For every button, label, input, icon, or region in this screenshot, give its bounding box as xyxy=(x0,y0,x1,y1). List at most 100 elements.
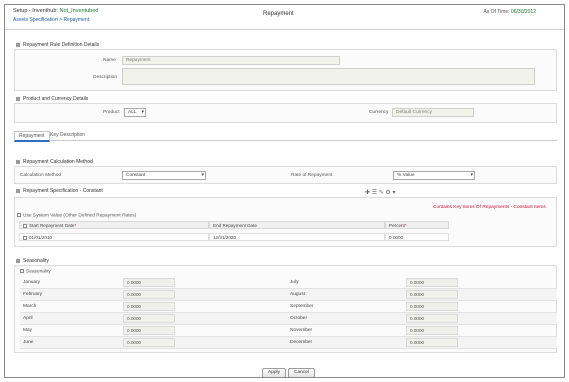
collapse-icon[interactable] xyxy=(16,96,20,101)
collapse-icon[interactable] xyxy=(16,188,20,193)
month-value-field[interactable]: 0.0000 xyxy=(123,326,175,335)
row-checkbox[interactable] xyxy=(23,235,27,240)
repayment-section-label: Repayment Rule Definition Details xyxy=(23,42,100,48)
month-label: February xyxy=(23,292,43,297)
header-divider xyxy=(5,29,564,30)
required-marker: * xyxy=(74,223,77,228)
month-label: May xyxy=(23,328,33,333)
rate-select[interactable]: % Value ▾ xyxy=(393,171,475,180)
tab-bar: Repayment Key Description xyxy=(14,129,557,142)
seasonality-section-label: Seasonality xyxy=(23,258,49,264)
month-label: January xyxy=(23,280,41,285)
currency-field[interactable]: Default Currency xyxy=(392,108,474,117)
seasonality-row: March 0.0000 September 0.0000 xyxy=(20,301,557,313)
month-label: October xyxy=(290,316,308,321)
month-value-field[interactable]: 0.0000 xyxy=(406,326,458,335)
breadcrumb[interactable]: Assets Specification > Repayment xyxy=(13,17,89,23)
tab-repayment[interactable]: Repayment xyxy=(14,131,50,142)
as-of-label: As Of Time: xyxy=(483,9,511,15)
description-field[interactable] xyxy=(122,68,535,85)
calc-method-value: Constant xyxy=(126,173,146,178)
chevron-down-icon: ▾ xyxy=(141,109,144,115)
apply-button[interactable]: Apply xyxy=(262,368,286,377)
chevron-down-icon: ▾ xyxy=(470,172,473,178)
spec-section-label: Repayment Specification - Constant xyxy=(23,188,103,194)
warning-link[interactable]: Contains Key Items Of Repayments - Const… xyxy=(433,205,546,210)
month-value-field[interactable]: 0.0000 xyxy=(123,338,175,347)
month-value-field[interactable]: 0.0000 xyxy=(406,302,458,311)
month-label: July xyxy=(290,280,299,285)
calc-method-label: Calculation Method xyxy=(20,173,62,178)
name-field[interactable]: Repayment xyxy=(122,56,340,65)
cancel-button[interactable]: Cancel xyxy=(288,368,315,377)
use-system-value-label: Use System Value (Other Defined Repaymen… xyxy=(23,213,137,219)
month-label: March xyxy=(23,304,37,309)
column-end-date[interactable]: End Repayment Date xyxy=(209,221,385,229)
percent-cell[interactable]: 0.0000 xyxy=(385,233,449,241)
title-prefix: Setup - Inventhub: xyxy=(13,8,60,14)
product-section-label: Product and Currency Details xyxy=(23,96,89,102)
select-all-checkbox[interactable] xyxy=(23,223,27,228)
calc-method-panel xyxy=(14,166,557,184)
month-value-field[interactable]: 0.0000 xyxy=(123,302,175,311)
spec-section-title[interactable]: Repayment Specification - Constant xyxy=(16,188,103,194)
month-label: December xyxy=(290,340,313,345)
rate-value: % Value xyxy=(397,173,415,178)
month-label: August xyxy=(290,292,305,297)
table-row[interactable]: 01/01/2010 xyxy=(19,233,209,241)
radio-icon[interactable] xyxy=(17,213,21,217)
tab-key-description[interactable]: Key Description xyxy=(46,131,89,139)
month-label: September xyxy=(290,304,314,309)
page-title: Repayment xyxy=(263,11,294,17)
chevron-down-icon: ▾ xyxy=(201,172,204,178)
product-select-value: ALL xyxy=(128,110,137,115)
product-section-title[interactable]: Product and Currency Details xyxy=(16,96,88,102)
description-label: Description xyxy=(93,75,117,80)
required-marker: * xyxy=(404,223,407,228)
seasonality-row: May 0.0000 November 0.0000 xyxy=(20,325,557,337)
month-label: April xyxy=(23,316,33,321)
month-value-field[interactable]: 0.0000 xyxy=(123,290,175,299)
spec-toolbar-icons[interactable]: ✚ ☰ ✎ ⚙ ▾ xyxy=(365,189,396,196)
rate-label: Rate of Repayment xyxy=(291,173,333,178)
month-value-field[interactable]: 0.0000 xyxy=(406,290,458,299)
month-value-field[interactable]: 0.0000 xyxy=(123,314,175,323)
checkbox-icon[interactable] xyxy=(20,269,24,273)
calc-section-title[interactable]: Repayment Calculation Method xyxy=(16,159,93,165)
seasonality-checkbox-label: Seasonality xyxy=(26,269,51,275)
end-date-cell[interactable]: 12/31/2020 xyxy=(209,233,385,241)
name-label: Name xyxy=(103,58,116,63)
month-value-field[interactable]: 0.0000 xyxy=(406,338,458,347)
as-of-value[interactable]: 06/30/2012 xyxy=(511,9,536,15)
title-link[interactable]: Not_Inventubed xyxy=(59,8,98,14)
seasonality-row: January 0.0000 July 0.0000 xyxy=(20,277,557,289)
seasonality-section-title[interactable]: Seasonality xyxy=(16,258,49,264)
start-date-cell[interactable]: 01/01/2010 xyxy=(29,235,52,240)
product-select[interactable]: ALL ▾ xyxy=(124,108,146,117)
month-value-field[interactable]: 0.0000 xyxy=(123,278,175,287)
seasonality-row: April 0.0000 October 0.0000 xyxy=(20,313,557,325)
month-label: June xyxy=(23,340,34,345)
application-window: Setup - Inventhub: Not_Inventubed Assets… xyxy=(4,4,565,378)
column-start-date[interactable]: Start Repayment Date* xyxy=(19,221,209,229)
column-end-label: End Repayment Date xyxy=(213,223,257,228)
currency-label: Currency xyxy=(369,110,389,115)
repayment-section-title[interactable]: Repayment Rule Definition Details xyxy=(16,42,99,48)
collapse-icon[interactable] xyxy=(16,159,20,164)
use-system-value-option[interactable]: Use System Value (Other Defined Repaymen… xyxy=(17,213,136,218)
seasonality-row: February 0.0000 August 0.0000 xyxy=(20,289,557,301)
column-start-label: Start Repayment Date xyxy=(29,223,75,228)
as-of-time: As Of Time: 06/30/2012 xyxy=(483,9,536,15)
month-value-field[interactable]: 0.0000 xyxy=(406,314,458,323)
month-label: November xyxy=(290,328,313,333)
collapse-icon[interactable] xyxy=(16,258,20,263)
month-value-field[interactable]: 0.0000 xyxy=(406,278,458,287)
product-label: Product xyxy=(103,110,120,115)
seasonality-row: June 0.0000 December 0.0000 xyxy=(20,337,557,349)
column-percent-label: Percent xyxy=(389,223,405,228)
seasonality-checkbox[interactable]: Seasonality xyxy=(20,269,51,274)
calc-method-select[interactable]: Constant ▾ xyxy=(122,171,206,180)
column-percent[interactable]: Percent* xyxy=(385,221,449,229)
product-currency-panel xyxy=(14,103,557,123)
collapse-icon[interactable] xyxy=(16,42,20,47)
